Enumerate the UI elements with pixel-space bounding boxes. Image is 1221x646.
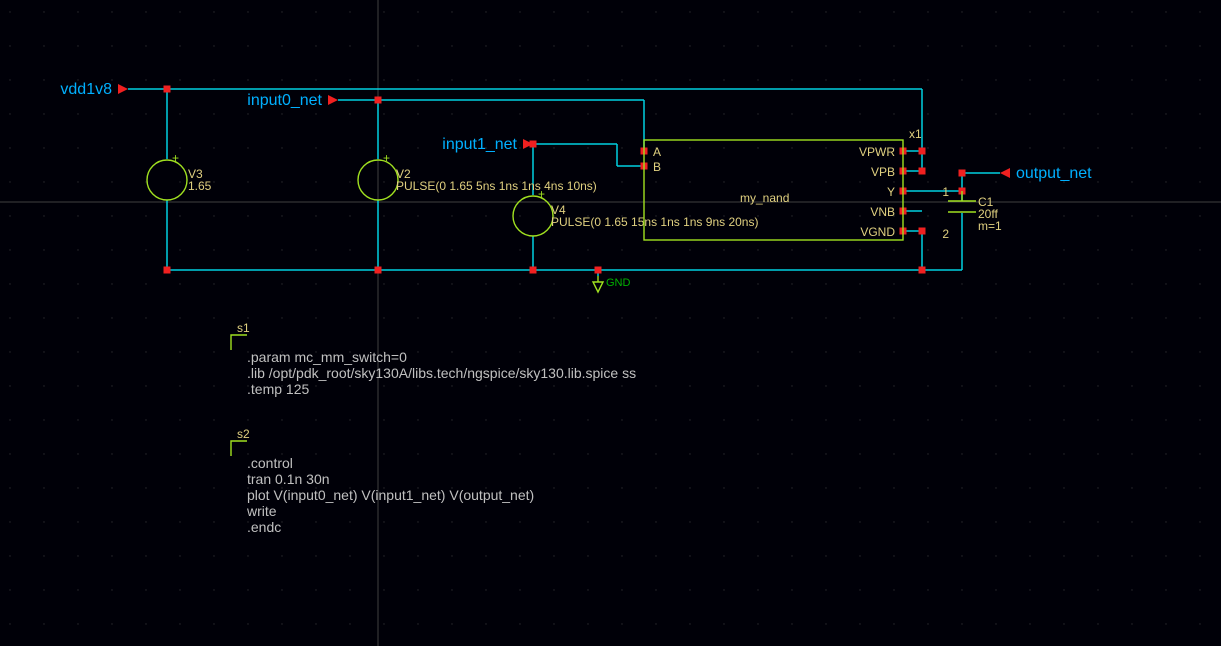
pin-y: Y	[887, 185, 895, 199]
code-s2-tag: s2	[237, 427, 250, 441]
code-block-s2[interactable]: s2 .control tran 0.1n 30n plot V(input0_…	[231, 427, 534, 535]
vsrc-v4-val: PULSE(0 1.65 15ns 1ns 1ns 9ns 20ns)	[551, 215, 758, 229]
code-s1-l2: .temp 125	[247, 381, 309, 397]
vsrc-v3[interactable]: + V3 1.65	[147, 151, 212, 200]
cap-pin1: 1	[942, 185, 949, 199]
netlabel-in1[interactable]: input1_net	[442, 136, 533, 153]
vsrc-v2[interactable]: + V2 PULSE(0 1.65 5ns 1ns 1ns 4ns 10ns)	[358, 151, 597, 200]
code-s2-l0: .control	[247, 455, 293, 471]
block-name: my_nand	[740, 191, 789, 205]
netlabel-vdd[interactable]: vdd1v8	[60, 81, 128, 98]
pin-vpwr: VPWR	[859, 145, 895, 159]
netlabel-vdd-text: vdd1v8	[60, 81, 112, 98]
code-s1-tag: s1	[237, 321, 250, 335]
gnd-symbol[interactable]: GND	[593, 276, 631, 292]
pin-a: A	[653, 145, 661, 159]
code-s2-l4: .endc	[247, 519, 281, 535]
netlabel-in0[interactable]: input0_net	[247, 92, 338, 109]
netlabel-out[interactable]: output_net	[1000, 165, 1092, 182]
code-s2-l2: plot V(input0_net) V(input1_net) V(outpu…	[247, 487, 534, 503]
block-instname: x1	[909, 127, 922, 141]
pin-vnb: VNB	[870, 205, 895, 219]
netlabel-in0-text: input0_net	[247, 92, 322, 109]
svg-text:+: +	[383, 151, 390, 165]
svg-text:+: +	[172, 151, 179, 165]
netlabel-in1-text: input1_net	[442, 136, 517, 153]
gnd-label: GND	[606, 277, 631, 289]
code-s1-l1: .lib /opt/pdk_root/sky130A/libs.tech/ngs…	[247, 365, 636, 381]
grid	[9, 11, 1200, 624]
svg-text:+: +	[538, 187, 545, 201]
vsrc-v4[interactable]: + V4 PULSE(0 1.65 15ns 1ns 1ns 9ns 20ns)	[513, 187, 758, 236]
cap-c1[interactable]: 1 2 C1 20ff m=1	[942, 185, 1002, 241]
netlabel-out-text: output_net	[1016, 165, 1092, 182]
pin-b: B	[653, 160, 661, 174]
pin-vpb: VPB	[871, 165, 895, 179]
code-s1-l0: .param mc_mm_switch=0	[247, 349, 407, 365]
schematic-canvas[interactable]: + V3 1.65 + V2 PULSE(0 1.65 5ns 1ns 1ns …	[0, 0, 1221, 646]
vsrc-v2-val: PULSE(0 1.65 5ns 1ns 1ns 4ns 10ns)	[396, 179, 597, 193]
cap-mult: m=1	[978, 219, 1002, 233]
code-block-s1[interactable]: s1 .param mc_mm_switch=0 .lib /opt/pdk_r…	[231, 321, 636, 397]
code-s2-l1: tran 0.1n 30n	[247, 471, 330, 487]
pin-vgnd: VGND	[860, 225, 895, 239]
code-s2-l3: write	[246, 503, 277, 519]
cap-pin2: 2	[942, 227, 949, 241]
vsrc-v3-val: 1.65	[188, 179, 212, 193]
